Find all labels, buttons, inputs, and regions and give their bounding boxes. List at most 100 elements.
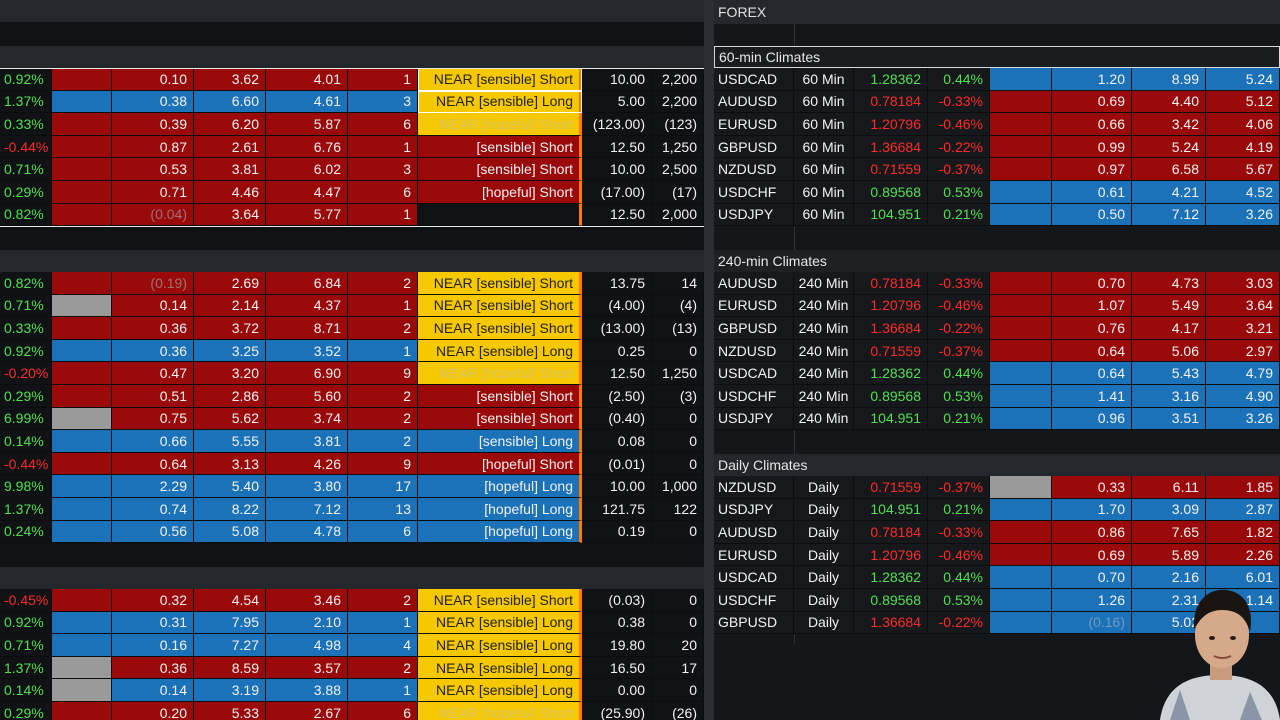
signal-label-cell[interactable]: NEAR [sensible] Short <box>418 68 582 91</box>
flag-cell[interactable] <box>52 181 112 204</box>
value-cell-3[interactable]: 3.80 <box>266 475 348 498</box>
value-cell-2[interactable]: 5.62 <box>194 407 266 431</box>
climate-value-1[interactable]: 1.07 <box>1052 294 1132 318</box>
value-cell-1[interactable]: (0.04) <box>112 203 194 227</box>
pnl-cell[interactable]: 19.80 <box>582 634 652 657</box>
climate-value-2[interactable]: 5.06 <box>1132 339 1206 363</box>
signal-row[interactable]: -0.44% 0.87 2.61 6.76 1 [sensible] Short 12.50… <box>0 135 704 159</box>
climate-row[interactable]: AUDUSD 240 Min 0.78184 -0.33% 0.70 4.73 3.03 <box>714 272 1280 295</box>
flag-cell[interactable] <box>990 90 1052 114</box>
climate-value-2[interactable]: 5.49 <box>1132 294 1206 318</box>
units-cell[interactable]: 2,200 <box>652 90 704 114</box>
value-cell-3[interactable]: 4.98 <box>266 634 348 657</box>
count-cell[interactable]: 1 <box>348 203 418 227</box>
climate-value-3[interactable]: 4.06 <box>1206 113 1280 136</box>
value-cell-2[interactable]: 7.95 <box>194 611 266 635</box>
units-cell[interactable]: 20 <box>652 634 704 657</box>
pair-cell[interactable]: GBPUSD <box>714 611 794 635</box>
flag-cell[interactable] <box>52 452 112 476</box>
price-cell[interactable]: 1.36684 <box>854 317 928 340</box>
units-cell[interactable]: 2,000 <box>652 203 704 227</box>
value-cell-3[interactable]: 8.71 <box>266 317 348 340</box>
flag-cell[interactable] <box>52 203 112 227</box>
value-cell-3[interactable]: 3.74 <box>266 407 348 431</box>
climate-value-2[interactable]: 3.51 <box>1132 407 1206 431</box>
signal-row[interactable]: 0.14% 0.14 3.19 3.88 1 NEAR [sensible] Long 0.… <box>0 679 704 702</box>
signal-row[interactable]: 0.29% 0.51 2.86 5.60 2 [sensible] Short (2.50)… <box>0 385 704 408</box>
pair-cell[interactable]: AUDUSD <box>714 272 794 295</box>
timeframe-cell[interactable]: 60 Min <box>794 90 854 114</box>
value-cell-1[interactable]: 0.74 <box>112 498 194 521</box>
flag-cell[interactable] <box>52 272 112 295</box>
value-cell-3[interactable]: 6.84 <box>266 272 348 295</box>
flag-cell[interactable] <box>52 158 112 181</box>
flag-cell[interactable] <box>990 589 1052 612</box>
units-cell[interactable]: 0 <box>652 520 704 544</box>
value-cell-1[interactable]: 0.56 <box>112 520 194 544</box>
climate-value-1[interactable]: 0.64 <box>1052 339 1132 363</box>
climate-value-1[interactable]: 0.33 <box>1052 476 1132 499</box>
change-pct-cell[interactable]: 0.71% <box>0 294 52 318</box>
units-cell[interactable]: 2,500 <box>652 158 704 181</box>
climate-value-3[interactable]: 5.24 <box>1206 68 1280 91</box>
pnl-cell[interactable]: (0.40) <box>582 407 652 431</box>
climate-value-1[interactable]: 1.20 <box>1052 68 1132 91</box>
climate-value-1[interactable]: 1.26 <box>1052 589 1132 612</box>
change-pct-cell[interactable]: 0.14% <box>0 430 52 453</box>
timeframe-cell[interactable]: Daily <box>794 476 854 499</box>
price-cell[interactable]: 104.951 <box>854 407 928 431</box>
flag-cell[interactable] <box>52 294 112 318</box>
flag-cell[interactable] <box>52 656 112 680</box>
units-cell[interactable]: 1,000 <box>652 475 704 498</box>
pnl-cell[interactable]: 121.75 <box>582 498 652 521</box>
count-cell[interactable]: 9 <box>348 362 418 385</box>
timeframe-cell[interactable]: 240 Min <box>794 294 854 318</box>
timeframe-cell[interactable]: 240 Min <box>794 317 854 340</box>
signal-label-cell[interactable]: [sensible] Short <box>418 385 582 408</box>
climate-value-3[interactable]: 5.12 <box>1206 90 1280 114</box>
change-pct-cell[interactable]: 0.21% <box>928 498 990 522</box>
pnl-cell[interactable]: (2.50) <box>582 385 652 408</box>
climate-row[interactable]: USDJPY Daily 104.951 0.21% 1.70 3.09 2.87 <box>714 498 1280 522</box>
pair-cell[interactable]: AUDUSD <box>714 521 794 544</box>
units-cell[interactable]: 17 <box>652 656 704 680</box>
climate-value-2[interactable]: 3.42 <box>1132 113 1206 136</box>
climate-value-1[interactable]: 0.99 <box>1052 135 1132 159</box>
climate-value-1[interactable]: 0.64 <box>1052 362 1132 385</box>
climate-row[interactable]: USDCAD 60 Min 1.28362 0.44% 1.20 8.99 5.24 <box>714 68 1280 91</box>
climate-value-1[interactable]: 0.96 <box>1052 407 1132 431</box>
signal-label-cell[interactable]: NEAR [sensible] Long <box>418 90 582 114</box>
climate-value-2[interactable]: 8.99 <box>1132 68 1206 91</box>
change-pct-cell[interactable]: 9.98% <box>0 475 52 498</box>
value-cell-2[interactable]: 3.81 <box>194 158 266 181</box>
units-cell[interactable]: 1,250 <box>652 362 704 385</box>
price-cell[interactable]: 1.28362 <box>854 362 928 385</box>
signal-row[interactable]: 1.37% 0.74 8.22 7.12 13 [hopeful] Long 121.75 1… <box>0 498 704 521</box>
count-cell[interactable]: 2 <box>348 430 418 453</box>
units-cell[interactable]: 14 <box>652 272 704 295</box>
value-cell-1[interactable]: 0.51 <box>112 385 194 408</box>
count-cell[interactable]: 6 <box>348 702 418 720</box>
climate-row[interactable]: EURUSD 60 Min 1.20796 -0.46% 0.66 3.42 4.06 <box>714 113 1280 136</box>
flag-cell[interactable] <box>990 566 1052 589</box>
pair-cell[interactable]: NZDUSD <box>714 158 794 181</box>
change-pct-cell[interactable]: 0.33% <box>0 113 52 136</box>
signal-row[interactable]: 0.82% (0.04) 3.64 5.77 1 12.50 2,000 <box>0 203 704 227</box>
signal-row[interactable]: 6.99% 0.75 5.62 3.74 2 [sensible] Short (0.40)… <box>0 407 704 431</box>
flag-cell[interactable] <box>52 430 112 453</box>
signal-label-cell[interactable]: NEAR [sensible] Long <box>418 611 582 635</box>
flag-cell[interactable] <box>52 339 112 363</box>
climate-value-1[interactable]: (0.16) <box>1052 611 1132 635</box>
value-cell-3[interactable]: 5.60 <box>266 385 348 408</box>
flag-cell[interactable] <box>52 362 112 385</box>
signal-row[interactable]: 0.33% 0.39 6.20 5.87 6 NEAR [hopeful] Short (1… <box>0 113 704 136</box>
signal-label-cell[interactable] <box>418 203 582 227</box>
count-cell[interactable]: 2 <box>348 385 418 408</box>
units-cell[interactable]: 0 <box>652 589 704 612</box>
change-pct-cell[interactable]: -0.46% <box>928 294 990 318</box>
climate-value-2[interactable]: 4.21 <box>1132 181 1206 204</box>
units-cell[interactable]: (26) <box>652 702 704 720</box>
climate-value-2[interactable]: 5.24 <box>1132 135 1206 159</box>
change-pct-cell[interactable]: -0.46% <box>928 543 990 567</box>
pair-cell[interactable]: EURUSD <box>714 113 794 136</box>
